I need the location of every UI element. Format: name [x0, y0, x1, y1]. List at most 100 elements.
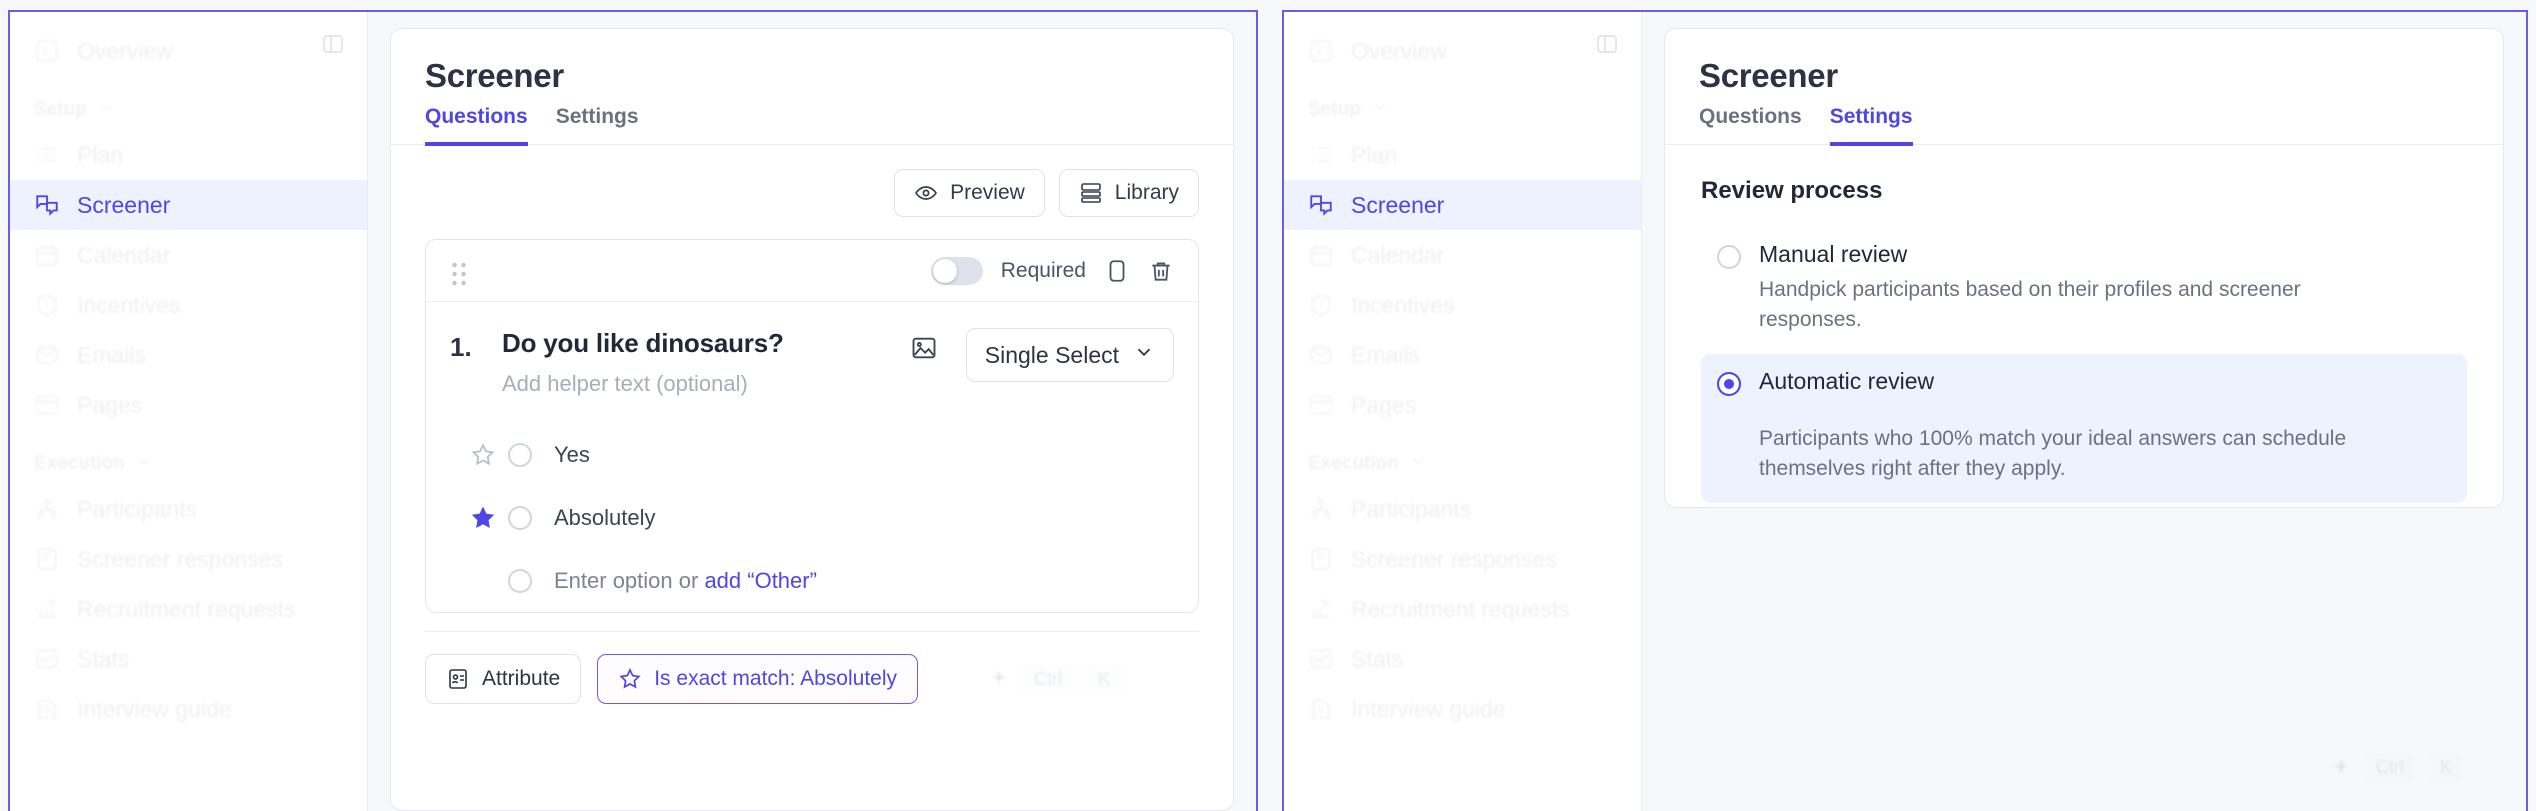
sidebar-item-label: Emails — [77, 341, 147, 368]
plan-icon — [1308, 142, 1334, 168]
radio-automatic-review[interactable] — [1717, 371, 1741, 396]
answer-option-label: Yes — [554, 441, 590, 467]
chevron-down-icon — [1133, 341, 1155, 369]
option-radio[interactable] — [508, 442, 532, 467]
answer-options-list: Yes Absolutely Enter option or add “Othe… — [450, 423, 1174, 612]
sidebar-item-screener-responses[interactable]: Screener responses — [10, 534, 367, 584]
incentives-icon — [1308, 292, 1334, 318]
sidebar-item-screener[interactable]: Screener — [1284, 180, 1641, 230]
question-title[interactable]: Do you like dinosaurs? — [502, 328, 892, 359]
answer-option-row[interactable]: Yes — [470, 423, 1174, 486]
add-other-link[interactable]: add “Other” — [704, 568, 817, 593]
new-option-placeholder[interactable]: Enter option or add “Other” — [554, 568, 817, 594]
sidebar-group-execution[interactable]: Execution — [10, 430, 367, 484]
sidebar-item-label: Interview guide — [77, 695, 232, 722]
emails-icon — [34, 342, 60, 368]
sidebar-item-pages[interactable]: Pages — [1284, 380, 1641, 430]
review-option-manual[interactable]: Manual review Handpick participants base… — [1701, 231, 2467, 336]
star-outline-icon — [618, 667, 642, 691]
drag-handle-icon[interactable] — [450, 259, 468, 285]
attribute-button[interactable]: Attribute — [425, 654, 582, 704]
sidebar-item-participants[interactable]: Participants — [10, 484, 367, 534]
sidebar-item-overview[interactable]: Overview — [1284, 26, 1641, 76]
new-option-text: Enter option or — [554, 567, 705, 593]
screener-responses-icon — [34, 546, 60, 572]
recruitment-requests-icon — [1308, 596, 1334, 622]
eye-icon — [914, 181, 938, 205]
sidebar-group-label: Setup — [34, 99, 87, 120]
sidebar-item-label: Screener responses — [77, 545, 283, 572]
sidebar-item-screener[interactable]: Screener — [10, 180, 367, 230]
card-header-left: Screener Questions Settings — [391, 29, 1233, 146]
tab-settings[interactable]: Settings — [1829, 105, 1913, 146]
sidebar-item-emails[interactable]: Emails — [1284, 330, 1641, 380]
sidebar-item-plan[interactable]: Plan — [10, 130, 367, 180]
required-label: Required — [1000, 258, 1086, 282]
sparkle-icon — [2330, 757, 2352, 779]
sidebar-item-calendar[interactable]: Calendar — [1284, 230, 1641, 280]
duplicate-icon[interactable] — [1104, 258, 1130, 284]
sidebar-item-participants[interactable]: Participants — [1284, 484, 1641, 534]
sidebar-item-label: Calendar — [77, 241, 171, 268]
sidebar-item-label: Plan — [77, 141, 124, 168]
settings-body: Review process Manual review Handpick pa… — [1665, 145, 2503, 507]
star-filled-icon[interactable] — [470, 505, 496, 531]
sidebar-item-plan[interactable]: Plan — [1284, 130, 1641, 180]
tab-questions[interactable]: Questions — [425, 105, 528, 146]
sidebar-item-label: Overview — [1351, 37, 1447, 64]
tab-questions[interactable]: Questions — [1699, 105, 1802, 146]
trash-icon[interactable] — [1148, 258, 1174, 284]
sidebar-group-setup[interactable]: Setup — [1284, 76, 1641, 130]
sidebar-item-label: Screener — [1351, 191, 1445, 218]
sidebar-item-label: Stats — [1351, 645, 1404, 672]
review-option-automatic-row[interactable]: Automatic review Participants who 100% m… — [1701, 353, 2467, 503]
option-radio[interactable] — [508, 505, 532, 530]
preview-button[interactable]: Preview — [894, 169, 1045, 217]
content-area-left: Screener Questions Settings Preview Libr… — [368, 12, 1256, 811]
sidebar-group-execution[interactable]: Execution — [1284, 430, 1641, 484]
sidebar-item-stats[interactable]: Stats — [1284, 634, 1641, 684]
question-card-actions: Required — [930, 256, 1174, 285]
sidebar-item-incentives[interactable]: Incentives — [1284, 280, 1641, 330]
library-icon — [1079, 181, 1103, 205]
exact-match-button[interactable]: Is exact match: Absolutely — [597, 654, 919, 704]
question-type-select[interactable]: Single Select — [965, 328, 1174, 382]
sidebar-item-recruitment-requests[interactable]: Recruitment requests — [10, 584, 367, 634]
option-radio[interactable] — [508, 568, 532, 593]
review-option-manual-row[interactable]: Manual review — [1701, 231, 2467, 277]
sidebar-item-recruitment-requests[interactable]: Recruitment requests — [1284, 584, 1641, 634]
sparkle-icon — [988, 668, 1010, 690]
preview-button-label: Preview — [950, 181, 1025, 204]
sidebar-item-label: Plan — [1351, 141, 1398, 168]
chevron-down-icon — [1409, 452, 1427, 476]
sidebar-item-emails[interactable]: Emails — [10, 330, 367, 380]
radio-manual-review[interactable] — [1717, 245, 1741, 269]
sidebar-item-stats[interactable]: Stats — [10, 634, 367, 684]
required-toggle[interactable] — [930, 256, 983, 285]
overview-icon — [34, 38, 60, 64]
library-button[interactable]: Library — [1058, 169, 1199, 217]
sidebar-group-setup[interactable]: Setup — [10, 76, 367, 130]
sidebar-item-overview[interactable]: Overview — [10, 26, 367, 76]
star-outline-icon[interactable] — [470, 442, 496, 468]
sidebar-item-pages[interactable]: Pages — [10, 380, 367, 430]
sidebar-item-calendar[interactable]: Calendar — [10, 230, 367, 280]
screener-card-right: Screener Questions Settings Review proce… — [1664, 28, 2504, 508]
tab-settings[interactable]: Settings — [556, 105, 639, 146]
screener-card-left: Screener Questions Settings Preview Libr… — [390, 28, 1234, 811]
sidebar-group-label: Execution — [34, 453, 125, 474]
shortcut-hint-right: Ctrl K — [2330, 752, 2464, 783]
answer-option-row[interactable]: Absolutely — [470, 486, 1174, 549]
review-option-automatic[interactable]: Automatic review Participants who 100% m… — [1701, 353, 2467, 503]
sidebar-item-interview-guide[interactable]: Interview guide — [1284, 684, 1641, 734]
question-main-row: 1. Do you like dinosaurs? Add helper tex… — [450, 328, 1174, 397]
sidebar-item-incentives[interactable]: Incentives — [10, 280, 367, 330]
sidebar-item-interview-guide[interactable]: Interview guide — [10, 684, 367, 734]
content-area-right: Screener Questions Settings Review proce… — [1642, 12, 2526, 811]
app-sidebar-right: Overview Setup Plan Screener Calendar In… — [1284, 12, 1642, 811]
calendar-icon — [34, 242, 60, 268]
image-icon[interactable] — [910, 334, 938, 362]
new-answer-option-row[interactable]: Enter option or add “Other” — [470, 549, 1174, 612]
sidebar-item-screener-responses[interactable]: Screener responses — [1284, 534, 1641, 584]
question-helper-placeholder[interactable]: Add helper text (optional) — [502, 371, 892, 397]
